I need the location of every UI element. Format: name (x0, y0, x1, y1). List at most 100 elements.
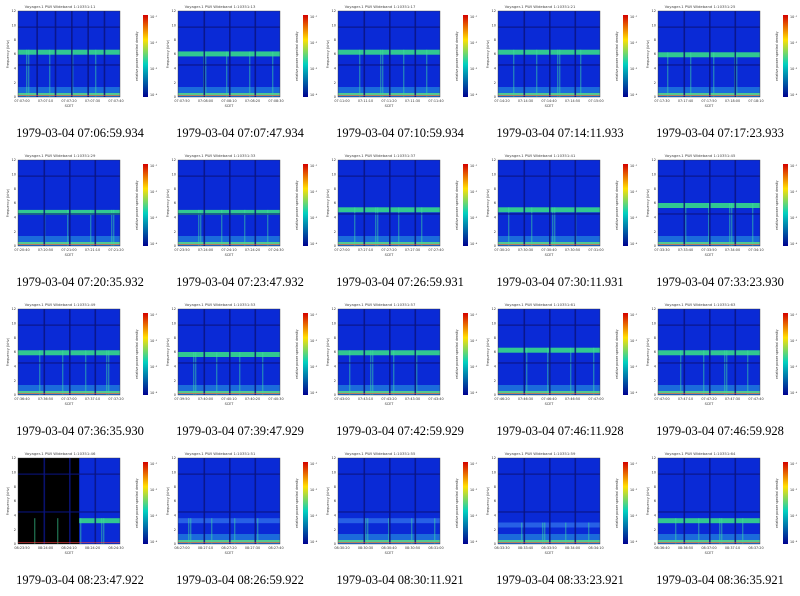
y-tick-label: 4 (14, 216, 17, 220)
colorbar-tick-label: 10⁻¹ (150, 462, 158, 466)
vertical-streak (193, 352, 195, 395)
gallery-item[interactable]: Voyager-1 PWI Wideband 1:10351:49 0 2 4 6 8 10… (0, 298, 160, 447)
gallery-item[interactable]: Voyager-1 PWI Wideband 1:10351:37 0 2 4 6 8 10… (320, 149, 480, 298)
y-tick-label: 2 (174, 528, 176, 532)
x-tick-label: 07:30:50 (565, 248, 580, 252)
y-tick-label: 6 (494, 201, 496, 205)
x-tick-label: 07:17:30 (654, 99, 669, 103)
horizontal-gap-line (18, 26, 120, 28)
gallery-item[interactable]: Voyager-1 PWI Wideband 1:10351:46 0 2 4 6 8 10… (0, 447, 160, 596)
gallery-item[interactable]: Voyager-1 PWI Wideband 1:10351:55 0 2 4 6 8 10… (320, 447, 480, 596)
vertical-streak (370, 350, 372, 395)
x-tick-label: 07:37:00 (61, 397, 76, 401)
spectrogram-thumbnail[interactable]: Voyager-1 PWI Wideband 1:10351:170246810… (322, 2, 480, 122)
colorbar-tick-label: 10⁻¹ (150, 15, 158, 19)
y-tick-label: 4 (174, 365, 177, 369)
spectrogram-thumbnail[interactable]: Voyager-1 PWI Wideband 1:10351:490246810… (2, 300, 160, 420)
spectrogram-thumbnail[interactable]: Voyager-1 PWI Wideband 1:10351:370246810… (322, 151, 480, 271)
x-tick-label: 08:24:20 (85, 546, 100, 550)
gallery-item[interactable]: Voyager-1 PWI Wideband 1:10351:29 0 2 4 6 8 10… (0, 149, 160, 298)
x-tick-label: 08:27:00 (174, 546, 189, 550)
data-gap-line (203, 309, 206, 395)
y-tick-label: 12 (652, 307, 656, 311)
y-tick-label: 8 (494, 336, 496, 340)
thumbnail-caption: 1979-03-04 07:33:23.930 (656, 275, 784, 289)
gallery-item[interactable]: Voyager-1 PWI Wideband 1:10351:11 0 2 4 6 8 10… (0, 0, 160, 149)
vertical-streak (565, 522, 567, 544)
spectrogram-thumbnail[interactable]: Voyager-1 PWI Wideband 1:10351:510246810… (162, 449, 320, 569)
x-tick-label: 07:46:20 (494, 397, 509, 401)
colorbar-tick-label: 10⁻² (470, 41, 478, 45)
spectrogram-thumbnail[interactable]: Voyager-1 PWI Wideband 1:10351:250246810… (642, 2, 800, 122)
gallery-item[interactable]: Voyager-1 PWI Wideband 1:10351:61 0 2 4 6 8 10… (480, 298, 640, 447)
y-tick-label: 8 (14, 485, 16, 489)
colorbar-tick-label: 10⁻⁴ (150, 93, 158, 97)
plot-title: Voyager-1 PWI Wideband 1:10351:13 (185, 4, 256, 9)
y-axis-label: Frequency (kHz) (166, 188, 170, 217)
gallery-item[interactable]: Voyager-1 PWI Wideband 1:10351:33 0 2 4 6 8 10… (160, 149, 320, 298)
colorbar (303, 164, 308, 246)
scet-label: SCET (225, 551, 235, 555)
spectrogram-thumbnail[interactable]: Voyager-1 PWI Wideband 1:10351:130246810… (162, 2, 320, 122)
marker-line (178, 244, 280, 245)
vertical-streak (719, 518, 721, 544)
x-tick-label: 07:11:10 (358, 99, 373, 103)
y-tick-label: 12 (652, 456, 656, 460)
spectrogram-thumbnail[interactable]: Voyager-1 PWI Wideband 1:10351:530246810… (162, 300, 320, 420)
gallery-item[interactable]: Voyager-1 PWI Wideband 1:10351:21 0 2 4 6 8 10… (480, 0, 640, 149)
plot-title: Voyager-1 PWI Wideband 1:10351:61 (505, 302, 576, 307)
spectrogram-thumbnail[interactable]: Voyager-1 PWI Wideband 1:10351:550246810… (322, 449, 480, 569)
gallery-item[interactable]: Voyager-1 PWI Wideband 1:10351:45 0 2 4 6 8 10… (640, 149, 800, 298)
scet-label: SCET (705, 402, 715, 406)
data-gap-line (69, 458, 71, 544)
y-tick-label: 12 (652, 9, 656, 13)
vertical-streak (570, 347, 572, 395)
spectrogram-thumbnail[interactable]: Voyager-1 PWI Wideband 1:10351:460246810… (2, 449, 160, 569)
colorbar-tick-label: 10⁻¹ (310, 164, 318, 168)
spectrogram-thumbnail[interactable]: Voyager-1 PWI Wideband 1:10351:330246810… (162, 151, 320, 271)
spectrogram-thumbnail[interactable]: Voyager-1 PWI Wideband 1:10351:630246810… (642, 300, 800, 420)
spectrogram-thumbnail[interactable]: Voyager-1 PWI Wideband 1:10351:590246810… (482, 449, 640, 569)
spectrogram-thumbnail[interactable]: Voyager-1 PWI Wideband 1:10351:210246810… (482, 2, 640, 122)
x-tick-label: 07:36:50 (38, 397, 53, 401)
spectrogram-thumbnail[interactable]: Voyager-1 PWI Wideband 1:10351:410246810… (482, 151, 640, 271)
colorbar-label: relative power spectral density (295, 329, 299, 379)
data-gap-line (229, 309, 231, 395)
gallery-item[interactable]: Voyager-1 PWI Wideband 1:10351:25 0 2 4 6 8 10… (640, 0, 800, 149)
y-tick-label: 10 (172, 322, 176, 326)
data-gap-line (229, 11, 231, 97)
gallery-item[interactable]: Voyager-1 PWI Wideband 1:10351:53 0 2 4 6 8 10… (160, 298, 320, 447)
colorbar-tick-label: 10⁻⁴ (310, 93, 318, 97)
data-gap-line (69, 309, 71, 395)
gallery-item[interactable]: Voyager-1 PWI Wideband 1:10351:13 0 2 4 6 8 10… (160, 0, 320, 149)
y-tick-label: 6 (654, 52, 656, 56)
x-tick-label: 07:11:30 (405, 99, 420, 103)
y-tick-label: 2 (14, 230, 16, 234)
spectrogram-thumbnail[interactable]: Voyager-1 PWI Wideband 1:10351:450246810… (642, 151, 800, 271)
spectrogram-thumbnail[interactable]: Voyager-1 PWI Wideband 1:10351:640246810… (642, 449, 800, 569)
vertical-streak (552, 207, 554, 246)
colorbar (143, 164, 148, 246)
data-gap-line (414, 309, 417, 395)
horizontal-gap-line (18, 511, 120, 513)
vertical-streak (726, 350, 728, 395)
marker-line (658, 95, 760, 96)
gallery-item[interactable]: Voyager-1 PWI Wideband 1:10351:51 0 2 4 6 8 10… (160, 447, 320, 596)
gallery-item[interactable]: Voyager-1 PWI Wideband 1:10351:17 0 2 4 6 8 10… (320, 0, 480, 149)
colorbar-label: relative power spectral density (295, 478, 299, 528)
data-gap-line (683, 11, 686, 97)
spectrogram-thumbnail[interactable]: Voyager-1 PWI Wideband 1:10351:570246810… (322, 300, 480, 420)
horizontal-gap-line (178, 511, 280, 513)
gallery-item[interactable]: Voyager-1 PWI Wideband 1:10351:64 0 2 4 6 8 10… (640, 447, 800, 596)
spectrogram-thumbnail[interactable]: Voyager-1 PWI Wideband 1:10351:290246810… (2, 151, 160, 271)
gallery-item[interactable]: Voyager-1 PWI Wideband 1:10351:41 0 2 4 6 8 10… (480, 149, 640, 298)
x-tick-label: 07:07:30 (85, 99, 100, 103)
spectrogram-thumbnail[interactable]: Voyager-1 PWI Wideband 1:10351:610246810… (482, 300, 640, 420)
gallery-item[interactable]: Voyager-1 PWI Wideband 1:10351:59 0 2 4 6 8 10… (480, 447, 640, 596)
gallery-item[interactable]: Voyager-1 PWI Wideband 1:10351:57 0 2 4 6 8 10… (320, 298, 480, 447)
spectrogram-thumbnail[interactable]: Voyager-1 PWI Wideband 1:10351:110246810… (2, 2, 160, 122)
y-tick-label: 8 (494, 38, 496, 42)
data-gap-line (389, 11, 391, 97)
gallery-item[interactable]: Voyager-1 PWI Wideband 1:10351:63 0 2 4 6 8 10… (640, 298, 800, 447)
y-axis-label: Frequency (kHz) (646, 39, 650, 68)
